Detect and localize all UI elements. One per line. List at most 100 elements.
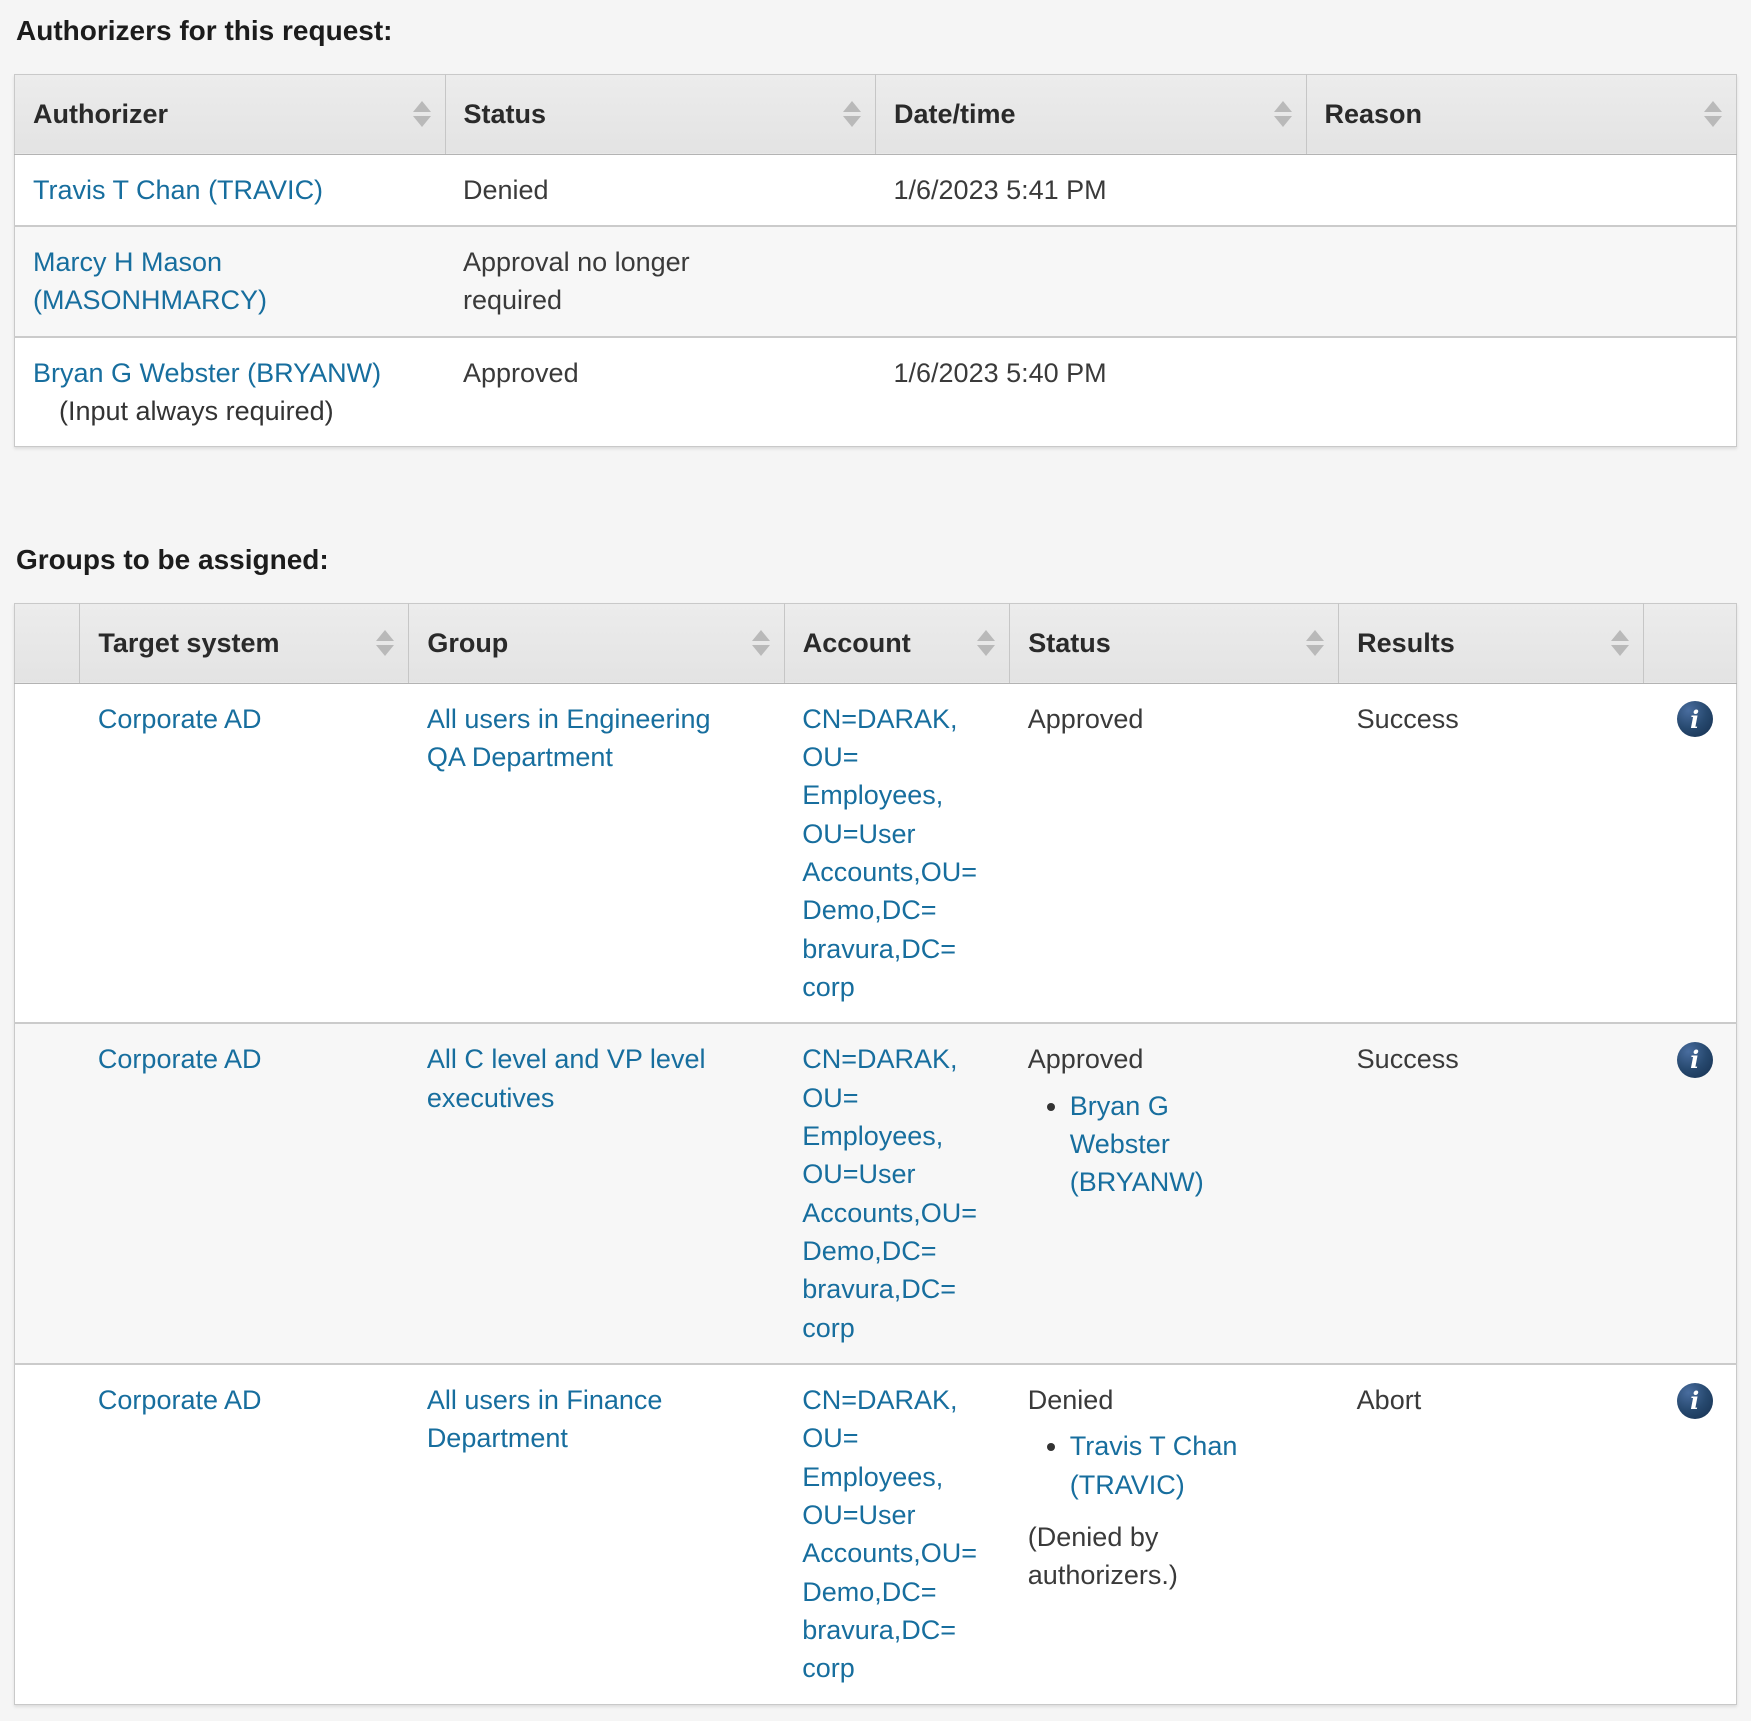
sort-icon[interactable] <box>1274 101 1292 127</box>
datetime-cell: 1/6/2023 5:40 PM <box>876 337 1307 447</box>
status-authorizer-list: Travis T Chan (TRAVIC) <box>1028 1427 1325 1504</box>
column-header-status[interactable]: Status <box>1010 603 1339 683</box>
info-cell: i <box>1643 1023 1736 1364</box>
column-header-info <box>1643 603 1736 683</box>
authorizer-cell: Marcy H Mason (MASONHMARCY) <box>15 226 446 337</box>
info-cell: i <box>1643 1364 1736 1704</box>
group-cell: All users in Finance Department <box>409 1364 784 1704</box>
sort-icon[interactable] <box>977 630 995 656</box>
sort-icon[interactable] <box>413 101 431 127</box>
list-item: Bryan G Webster (BRYANW) <box>1070 1087 1325 1202</box>
status-cell: Approved Bryan G Webster (BRYANW) <box>1010 1023 1339 1364</box>
results-cell: Success <box>1339 1023 1644 1364</box>
groups-section-title: Groups to be assigned: <box>16 543 1737 577</box>
info-icon[interactable]: i <box>1677 1042 1713 1078</box>
results-cell: Success <box>1339 683 1644 1023</box>
column-header-label: Account <box>803 628 911 659</box>
group-link[interactable]: All users in Finance Department <box>427 1385 663 1453</box>
status-text: Approved <box>1028 700 1325 738</box>
status-cell: Denied <box>445 154 876 226</box>
authorizers-header-row: Authorizer Status Date/time <box>15 74 1737 154</box>
column-header-results[interactable]: Results <box>1339 603 1644 683</box>
reason-cell <box>1306 226 1737 337</box>
results-cell: Abort <box>1339 1364 1644 1704</box>
sort-icon[interactable] <box>376 630 394 656</box>
target-system-link[interactable]: Corporate AD <box>98 1044 262 1074</box>
group-link[interactable]: All C level and VP level executives <box>427 1044 706 1112</box>
authorizer-cell: Travis T Chan (TRAVIC) <box>15 154 446 226</box>
column-header-datetime[interactable]: Date/time <box>876 74 1307 154</box>
row-selector-cell <box>15 1023 80 1364</box>
column-header-label: Date/time <box>894 99 1016 130</box>
authorizer-link[interactable]: Travis T Chan (TRAVIC) <box>33 175 323 205</box>
column-header-account[interactable]: Account <box>784 603 1010 683</box>
column-header-group[interactable]: Group <box>409 603 784 683</box>
column-header-label: Target system <box>98 628 279 659</box>
sort-icon[interactable] <box>1704 101 1722 127</box>
column-header-status[interactable]: Status <box>445 74 876 154</box>
authorizer-note: (Input always required) <box>33 392 431 430</box>
table-row: Travis T Chan (TRAVIC) Denied 1/6/2023 5… <box>15 154 1737 226</box>
column-header-label: Results <box>1357 628 1455 659</box>
table-row: Corporate AD All users in Engineering QA… <box>15 683 1737 1023</box>
group-cell: All C level and VP level executives <box>409 1023 784 1364</box>
table-row: Bryan G Webster (BRYANW) (Input always r… <box>15 337 1737 447</box>
column-header-label: Status <box>1028 628 1111 659</box>
status-authorizer-link[interactable]: Bryan G Webster (BRYANW) <box>1070 1091 1204 1198</box>
column-header-reason[interactable]: Reason <box>1306 74 1737 154</box>
reason-cell <box>1306 337 1737 447</box>
authorizer-link[interactable]: Bryan G Webster (BRYANW) <box>33 358 381 388</box>
authorizer-link[interactable]: Marcy H Mason (MASONHMARCY) <box>33 247 267 315</box>
authorizer-cell: Bryan G Webster (BRYANW) (Input always r… <box>15 337 446 447</box>
info-cell: i <box>1643 683 1736 1023</box>
datetime-cell: 1/6/2023 5:41 PM <box>876 154 1307 226</box>
status-cell: Denied Travis T Chan (TRAVIC) (Denied by… <box>1010 1364 1339 1704</box>
column-header-label: Group <box>427 628 508 659</box>
group-link[interactable]: All users in Engineering QA Department <box>427 704 711 772</box>
column-header-label: Status <box>464 99 547 130</box>
authorizers-table: Authorizer Status Date/time <box>14 74 1737 448</box>
sort-icon[interactable] <box>1306 630 1324 656</box>
groups-table: Target system Group Account <box>14 603 1737 1705</box>
sort-icon[interactable] <box>752 630 770 656</box>
account-link[interactable]: CN=DARAK, OU= Employees, OU=User Account… <box>802 704 977 1002</box>
status-cell: Approval no longer required <box>445 226 876 337</box>
column-header-empty <box>15 603 80 683</box>
column-header-label: Authorizer <box>33 99 168 130</box>
target-system-cell: Corporate AD <box>80 683 409 1023</box>
row-selector-cell <box>15 1364 80 1704</box>
datetime-cell <box>876 226 1307 337</box>
row-selector-cell <box>15 683 80 1023</box>
account-cell: CN=DARAK, OU= Employees, OU=User Account… <box>784 1023 1010 1364</box>
column-header-target-system[interactable]: Target system <box>80 603 409 683</box>
column-header-authorizer[interactable]: Authorizer <box>15 74 446 154</box>
status-authorizer-link[interactable]: Travis T Chan (TRAVIC) <box>1070 1431 1238 1499</box>
account-link[interactable]: CN=DARAK, OU= Employees, OU=User Account… <box>802 1385 977 1683</box>
status-cell: Approved <box>1010 683 1339 1023</box>
status-note: (Denied by authorizers.) <box>1028 1518 1325 1595</box>
group-cell: All users in Engineering QA Department <box>409 683 784 1023</box>
target-system-cell: Corporate AD <box>80 1023 409 1364</box>
target-system-cell: Corporate AD <box>80 1364 409 1704</box>
target-system-link[interactable]: Corporate AD <box>98 704 262 734</box>
status-authorizer-list: Bryan G Webster (BRYANW) <box>1028 1087 1325 1202</box>
info-icon[interactable]: i <box>1677 701 1713 737</box>
status-text: Denied <box>1028 1381 1325 1419</box>
table-row: Corporate AD All users in Finance Depart… <box>15 1364 1737 1704</box>
table-row: Corporate AD All C level and VP level ex… <box>15 1023 1737 1364</box>
account-link[interactable]: CN=DARAK, OU= Employees, OU=User Account… <box>802 1044 977 1342</box>
status-text: Approved <box>1028 1040 1325 1078</box>
page: Authorizers for this request: Authorizer… <box>0 0 1751 1721</box>
reason-cell <box>1306 154 1737 226</box>
status-cell: Approved <box>445 337 876 447</box>
table-row: Marcy H Mason (MASONHMARCY) Approval no … <box>15 226 1737 337</box>
account-cell: CN=DARAK, OU= Employees, OU=User Account… <box>784 1364 1010 1704</box>
groups-header-row: Target system Group Account <box>15 603 1737 683</box>
authorizers-section-title: Authorizers for this request: <box>16 14 1737 48</box>
column-header-label: Reason <box>1325 99 1423 130</box>
info-icon[interactable]: i <box>1677 1383 1713 1419</box>
sort-icon[interactable] <box>843 101 861 127</box>
sort-icon[interactable] <box>1611 630 1629 656</box>
list-item: Travis T Chan (TRAVIC) <box>1070 1427 1325 1504</box>
target-system-link[interactable]: Corporate AD <box>98 1385 262 1415</box>
